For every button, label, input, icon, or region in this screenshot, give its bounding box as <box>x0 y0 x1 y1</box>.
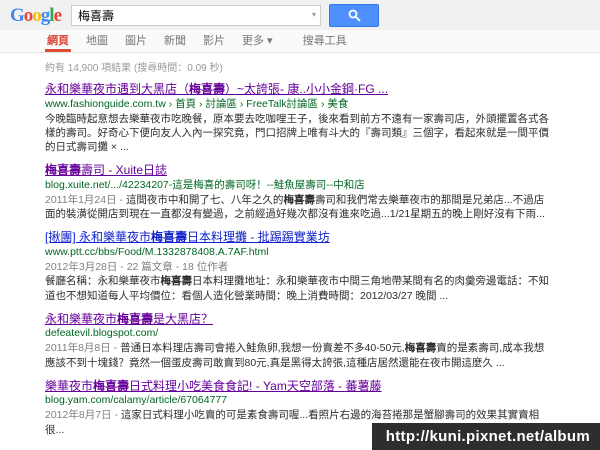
result-url: www.ptt.cc/bbs/Food/M.1332878408.A.7AF.h… <box>45 246 269 259</box>
search-box: ▾ <box>71 4 321 26</box>
result-url: defeatevil.blogspot.com/ <box>45 327 159 340</box>
google-logo[interactable]: Google <box>10 4 63 26</box>
logo-letter: e <box>53 4 63 26</box>
result-stats: 約有 14,900 項結果 (搜尋時間：0.09 秒) <box>45 63 223 74</box>
search-button[interactable] <box>329 3 379 27</box>
tab-web[interactable]: 網頁 <box>45 29 71 52</box>
search-result: [揪團] 永和樂華夜市梅喜壽日本料理攤 - 批踢踢實業坊 www.ptt.cc/b… <box>45 230 552 302</box>
search-tools-button[interactable]: 搜尋工具 <box>301 29 349 52</box>
search-result: 永和樂華夜市遇到大黑店（梅喜壽）~太誇張- 康..小小金鋼·FG ... www.… <box>45 82 552 154</box>
search-dropdown-icon[interactable]: ▾ <box>312 10 316 19</box>
result-meta: 2012年3月28日 - 22 篇文章 - 18 位作者 <box>45 260 229 273</box>
result-title-link[interactable]: 永和樂華夜市梅喜壽是大黑店？ <box>45 312 552 328</box>
result-snippet: 2011年1月24日 - 這間夜市中和開了七、八年之久的梅喜壽壽司和我們常去樂華… <box>45 193 545 221</box>
google-header: Google ▾ <box>0 0 600 30</box>
result-title-link[interactable]: 梅喜壽壽司 - Xuite日誌 <box>45 163 552 179</box>
logo-letter: g <box>40 4 50 26</box>
serp-tabs-bar: 網頁 地圖 圖片 新聞 影片 更多 ▾ 搜尋工具 <box>0 30 600 53</box>
result-url: www.fashionguide.com.tw › 首頁 › 討論區 › Fre… <box>45 97 349 110</box>
search-result: 永和樂華夜市梅喜壽是大黑店？ defeatevil.blogspot.com/20… <box>45 312 552 370</box>
result-title-link[interactable]: [揪團] 永和樂華夜市梅喜壽日本料理攤 - 批踢踢實業坊 <box>45 230 552 246</box>
logo-letter: G <box>10 4 25 26</box>
search-result: 梅喜壽壽司 - Xuite日誌 blog.xuite.net/.../422342… <box>45 163 552 221</box>
logo-letter: o <box>32 4 41 26</box>
search-form: ▾ <box>71 3 379 27</box>
tab-news[interactable]: 新聞 <box>162 29 188 52</box>
result-snippet: 今晚臨時起意想去樂華夜市吃晚餐，原本要去吃咖哩王子，後來看到前方不遠有一家壽司店… <box>45 112 549 154</box>
search-icon <box>348 9 361 22</box>
watermark: http://kuni.pixnet.net/album <box>371 423 600 450</box>
search-input[interactable] <box>71 4 321 26</box>
results-list: 永和樂華夜市遇到大黑店（梅喜壽）~太誇張- 康..小小金鋼·FG ... www.… <box>45 82 552 437</box>
result-snippet: 餐廳名稱：永和樂華夜市梅喜壽日本料理攤地址：永和樂華夜市中間三角地帶某間有名的肉… <box>45 275 549 302</box>
result-title-link[interactable]: 樂華夜市梅喜壽日式料理小吃美食食記! - Yam天空部落 - 蕃薯藤 <box>45 379 552 395</box>
result-title-link[interactable]: 永和樂華夜市遇到大黑店（梅喜壽）~太誇張- 康..小小金鋼·FG ... <box>45 82 552 98</box>
result-url: blog.xuite.net/.../42234207-這是梅喜的壽司呀！--鮭… <box>45 178 365 191</box>
logo-letter: o <box>23 4 33 26</box>
tab-videos[interactable]: 影片 <box>201 29 227 52</box>
result-url: blog.yam.com/calamy/article/67064777 <box>45 394 228 407</box>
tab-more[interactable]: 更多 ▾ <box>240 29 275 52</box>
tab-maps[interactable]: 地圖 <box>84 29 110 52</box>
tab-images[interactable]: 圖片 <box>123 29 149 52</box>
result-snippet: 2011年8月8日 - 普通日本料理店壽司會捲入鮭魚卵,我想一份賣差不多40-5… <box>45 342 545 369</box>
tabs-list: 網頁 地圖 圖片 新聞 影片 更多 ▾ <box>45 29 288 52</box>
